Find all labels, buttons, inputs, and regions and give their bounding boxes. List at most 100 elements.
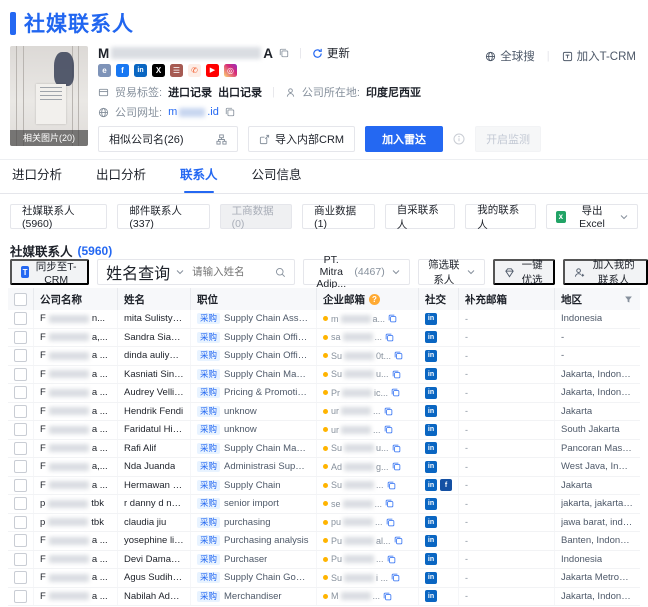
pill-business-registry[interactable]: 工商数据(0) <box>219 204 293 230</box>
copy-email-icon[interactable] <box>394 351 403 360</box>
copy-email-icon[interactable] <box>392 370 401 379</box>
copy-email-icon[interactable] <box>384 425 393 434</box>
row-checkbox[interactable] <box>14 460 27 474</box>
extra-email-cell: - <box>459 569 555 587</box>
name-query-dropdown[interactable]: 姓名查询 <box>106 260 170 284</box>
global-search-link[interactable]: 全球搜 <box>485 48 535 64</box>
facebook-icon[interactable]: f <box>440 479 452 492</box>
linkedin-icon[interactable]: in <box>425 460 437 473</box>
linkedin-icon[interactable]: in <box>425 331 437 344</box>
search-icon[interactable] <box>275 267 286 278</box>
row-checkbox[interactable] <box>14 571 27 585</box>
similar-companies-button[interactable]: 相似公司名(26) <box>98 126 238 152</box>
import-record-tag[interactable]: 进口记录 <box>168 84 212 100</box>
row-checkbox[interactable] <box>14 386 27 400</box>
row-checkbox[interactable] <box>14 349 27 363</box>
email-help-icon[interactable]: ? <box>369 293 380 305</box>
join-radar-button[interactable]: 加入雷达 <box>365 126 444 152</box>
copy-company-name-icon[interactable] <box>279 48 289 58</box>
linkedin-icon[interactable]: in <box>425 349 437 362</box>
row-checkbox[interactable] <box>14 534 27 548</box>
row-checkbox[interactable] <box>14 312 27 326</box>
copy-email-icon[interactable] <box>383 592 392 601</box>
linkedin-icon[interactable]: in <box>425 479 437 492</box>
join-tcrm-link[interactable]: 加入T-CRM <box>562 48 636 64</box>
start-monitoring-button[interactable]: 开启监测 <box>475 126 542 152</box>
copy-email-icon[interactable] <box>394 536 403 545</box>
copy-email-icon[interactable] <box>387 555 396 564</box>
sync-tcrm-button[interactable]: T 同步至T-CRM <box>10 259 90 286</box>
linkedin-icon[interactable]: in <box>425 368 437 381</box>
pill-self-collected[interactable]: 自采联系人 <box>384 204 456 231</box>
instagram-icon[interactable]: ◎ <box>224 64 237 77</box>
redacted-email <box>344 462 375 471</box>
tab-export-analysis[interactable]: 出口分析 <box>96 164 146 193</box>
company-website-link[interactable]: m .id <box>168 106 219 118</box>
filter-contacts-dropdown[interactable]: 筛选联系人 <box>417 259 485 286</box>
phone-icon[interactable]: ✆ <box>188 64 201 77</box>
copy-email-icon[interactable] <box>392 462 401 471</box>
pill-commercial-data[interactable]: 商业数据(1) <box>302 204 375 230</box>
row-checkbox[interactable] <box>14 478 27 492</box>
row-checkbox[interactable] <box>14 404 27 418</box>
linkedin-icon[interactable]: in <box>425 442 437 455</box>
copy-url-icon[interactable] <box>225 107 235 117</box>
region-filter-icon[interactable] <box>624 295 633 304</box>
tab-import-analysis[interactable]: 进口分析 <box>12 164 62 193</box>
copy-email-icon[interactable] <box>385 333 394 342</box>
copy-email-icon[interactable] <box>388 314 397 323</box>
export-record-tag[interactable]: 出口记录 <box>218 84 262 100</box>
export-excel-button[interactable]: x 导出 Excel <box>545 204 639 230</box>
facebook-icon[interactable]: f <box>116 64 129 77</box>
tab-company-info[interactable]: 公司信息 <box>252 164 302 193</box>
linkedin-icon[interactable]: in <box>425 386 437 399</box>
linkedin-icon[interactable]: in <box>425 534 437 547</box>
update-button[interactable]: 更新 <box>312 45 350 61</box>
linkedin-icon[interactable]: in <box>425 571 437 584</box>
pill-email-contacts[interactable]: 邮件联系人(337) <box>117 204 210 230</box>
row-checkbox[interactable] <box>14 552 27 566</box>
linkedin-icon[interactable]: in <box>425 423 437 436</box>
copy-email-icon[interactable] <box>387 481 396 490</box>
copy-email-icon[interactable] <box>392 444 401 453</box>
one-click-optimize-button[interactable]: 一键优选 <box>492 259 556 286</box>
linkedin-icon[interactable]: in <box>425 553 437 566</box>
copy-email-icon[interactable] <box>384 407 393 416</box>
import-internal-crm-button[interactable]: 导入内部CRM <box>248 126 356 152</box>
linkedin-icon[interactable]: in <box>134 64 147 77</box>
name-search-input[interactable] <box>190 265 270 279</box>
linkedin-icon[interactable]: in <box>425 312 437 325</box>
region-cell: South Jakarta <box>561 424 620 436</box>
row-checkbox[interactable] <box>14 497 27 511</box>
related-images-label[interactable]: 相关图片(20) <box>10 130 88 146</box>
linkedin-icon[interactable]: in <box>425 405 437 418</box>
row-checkbox[interactable] <box>14 441 27 455</box>
pill-social-contacts[interactable]: 社媒联系人(5960) <box>10 204 108 230</box>
add-to-my-contacts-button[interactable]: 加入我的联系人 <box>563 259 648 286</box>
copy-email-icon[interactable] <box>386 518 395 527</box>
tab-contacts[interactable]: 联系人 <box>180 164 218 193</box>
x-icon[interactable]: X <box>152 64 165 77</box>
select-all-checkbox[interactable] <box>14 292 27 306</box>
info-icon[interactable] <box>453 133 465 145</box>
row-checkbox[interactable] <box>14 330 27 344</box>
email-cell: sa ... <box>317 328 419 346</box>
copy-email-icon[interactable] <box>385 499 394 508</box>
company-photo[interactable]: 相关图片(20) <box>10 46 88 146</box>
linkedin-icon[interactable]: in <box>425 516 437 529</box>
row-checkbox[interactable] <box>14 423 27 437</box>
address-book-icon[interactable]: ☰ <box>170 64 183 77</box>
row-checkbox[interactable] <box>14 367 27 381</box>
pill-my-contacts[interactable]: 我的联系人 <box>465 204 536 231</box>
row-checkbox[interactable] <box>14 515 27 529</box>
copy-email-icon[interactable] <box>391 388 400 397</box>
linkedin-icon[interactable]: in <box>425 590 437 603</box>
row-checkbox[interactable] <box>14 589 27 603</box>
linkedin-icon[interactable]: in <box>425 497 437 510</box>
company-filter-dropdown[interactable]: PT. Mitra Adip... (4467) <box>303 254 410 290</box>
purchase-tag: 采购 <box>197 442 221 454</box>
website-icon[interactable]: e <box>98 64 111 77</box>
youtube-icon[interactable]: ▶ <box>206 64 219 77</box>
copy-email-icon[interactable] <box>391 573 400 582</box>
social-cell: in <box>419 458 459 476</box>
